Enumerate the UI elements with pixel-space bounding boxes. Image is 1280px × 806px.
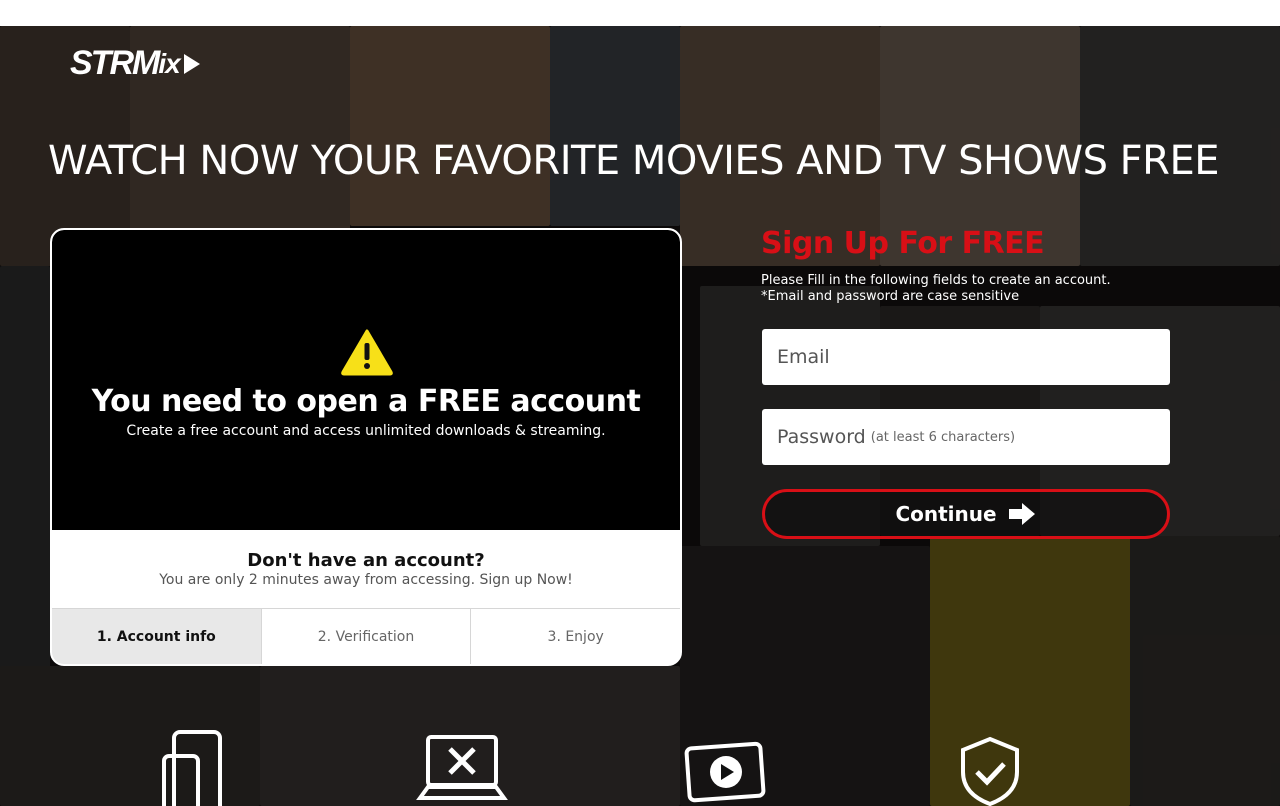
notice-subtitle: Create a free account and access unlimit… <box>126 423 606 439</box>
logo-main-text: STRM <box>70 44 160 82</box>
signup-title: Sign Up For FREE <box>761 226 1045 261</box>
play-icon <box>684 741 766 803</box>
no-account-subtext: You are only 2 minutes away from accessi… <box>159 572 573 588</box>
no-ads-icon <box>416 735 508 800</box>
notice-panel: You need to open a FREE account Create a… <box>52 230 680 530</box>
step-enjoy: 3. Enjoy <box>547 629 604 645</box>
notice-title: You need to open a FREE account <box>91 384 641 419</box>
arrow-right-icon <box>1008 503 1035 525</box>
strmix-logo[interactable]: STRM ix <box>70 44 202 83</box>
email-field[interactable]: Email <box>762 329 1170 385</box>
password-field[interactable]: Password (at least 6 characters) <box>762 409 1170 465</box>
signup-note-line2: *Email and password are case sensitive <box>761 289 1020 304</box>
devices-icon <box>162 730 222 806</box>
top-bar <box>0 0 1280 26</box>
password-hint: (at least 6 characters) <box>870 429 1016 445</box>
shield-check-icon <box>961 736 1019 806</box>
signup-note-line1: Please Fill in the following fields to c… <box>761 273 1111 288</box>
step-account-info: 1. Account info <box>52 609 262 664</box>
page-headline: WATCH NOW YOUR FAVORITE MOVIES AND TV SH… <box>48 138 1220 184</box>
logo-play-icon <box>183 53 200 74</box>
continue-button[interactable]: Continue <box>762 489 1170 539</box>
signup-steps: 1. Account info 2. Verification 3. Enjoy <box>52 608 680 664</box>
logo-suffix-text: ix <box>158 47 180 79</box>
no-account-heading: Don't have an account? <box>247 550 485 571</box>
step-verification: 2. Verification <box>262 609 472 664</box>
continue-label: Continue <box>895 502 997 526</box>
hero-section: STRM ix WATCH NOW YOUR FAVORITE MOVIES AN… <box>0 26 1280 806</box>
account-notice-card: You need to open a FREE account Create a… <box>50 228 682 666</box>
warning-icon <box>341 329 393 376</box>
password-placeholder: Password <box>777 426 866 448</box>
email-placeholder: Email <box>777 346 830 368</box>
signup-instructions: Please Fill in the following fields to c… <box>761 273 1111 305</box>
